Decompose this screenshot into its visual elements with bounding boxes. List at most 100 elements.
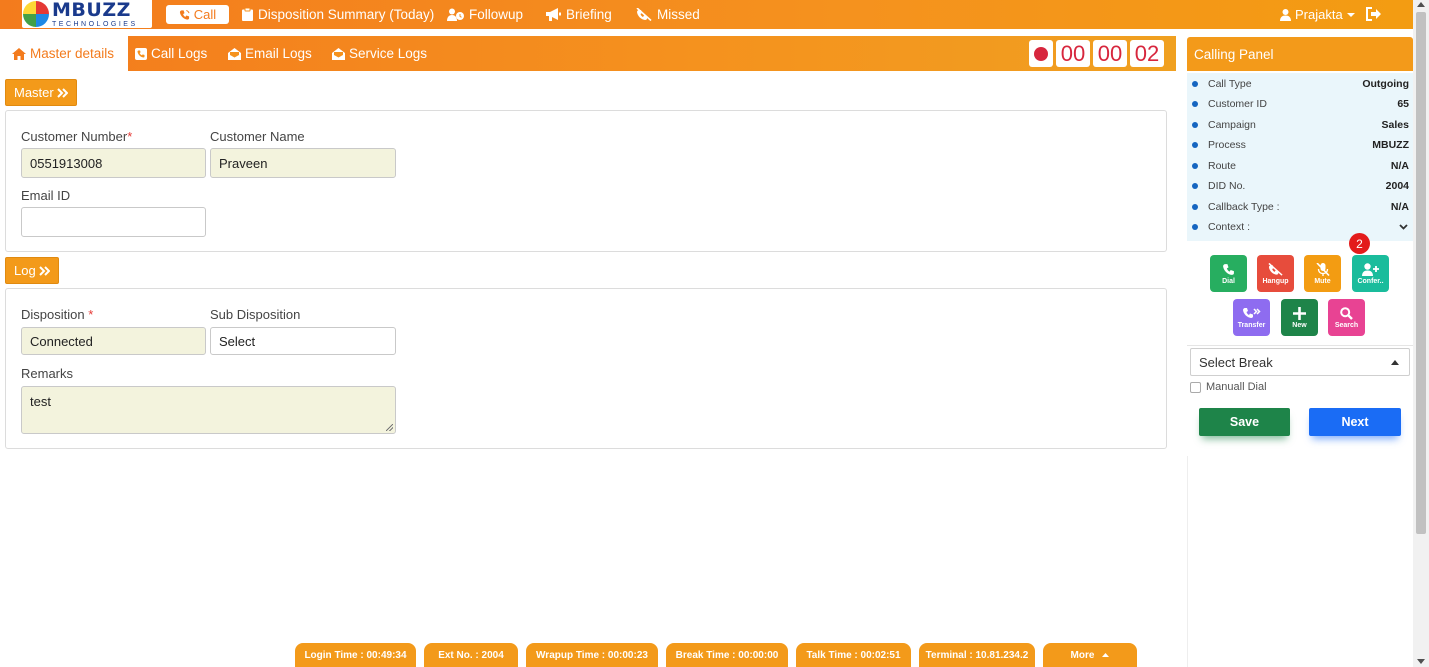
resize-grip-icon[interactable] xyxy=(386,424,393,431)
timer-hours: 00 xyxy=(1056,40,1090,67)
more-button[interactable]: More xyxy=(1043,643,1137,667)
logo-globe-icon xyxy=(23,1,49,27)
caret-up-icon xyxy=(1391,360,1399,365)
nav-briefing[interactable]: Briefing xyxy=(546,0,612,29)
manual-dial-option[interactable]: Manuall Dial xyxy=(1190,381,1267,393)
bullet-icon xyxy=(1192,183,1198,189)
tab-call-logs[interactable]: Call Logs xyxy=(135,36,207,71)
nav-followup[interactable]: Followup xyxy=(447,0,523,29)
logout-button[interactable] xyxy=(1366,7,1381,26)
bullhorn-icon xyxy=(546,8,561,21)
sub-disposition-select[interactable]: Select xyxy=(210,327,396,355)
scrollbar-thumb[interactable] xyxy=(1416,12,1426,534)
context-row[interactable]: Context : xyxy=(1187,217,1413,237)
nav-disposition-summary-label: Disposition Summary (Today) xyxy=(258,7,435,22)
master-section-button[interactable]: Master xyxy=(5,79,77,106)
log-section-button[interactable]: Log xyxy=(5,257,59,284)
page-scrollbar[interactable] xyxy=(1413,0,1429,667)
mute-button[interactable]: Mute xyxy=(1304,255,1341,292)
tab-master-details-label: Master details xyxy=(30,46,115,61)
wrapup-time-pill: Wrapup Time : 00:00:23 xyxy=(526,643,658,667)
tab-call-logs-label: Call Logs xyxy=(151,46,208,61)
remarks-textarea[interactable]: test xyxy=(21,386,396,434)
recording-dot-icon xyxy=(1029,40,1053,67)
nav-missed[interactable]: Missed xyxy=(636,0,700,29)
call-actions: Dial Hangup Mute Confer.. Transfer New S… xyxy=(1187,241,1413,346)
remarks-text: test xyxy=(30,394,51,409)
transfer-button[interactable]: Transfer xyxy=(1233,299,1270,336)
call-label: Call xyxy=(193,7,217,22)
microphone-slash-icon xyxy=(1315,262,1330,276)
bullet-icon xyxy=(1192,142,1198,148)
terminal-pill: Terminal : 10.81.234.2 xyxy=(919,643,1035,667)
dial-button[interactable]: Dial xyxy=(1210,255,1247,292)
bullet-icon xyxy=(1192,81,1198,87)
bullet-icon xyxy=(1192,224,1198,230)
bullet-icon xyxy=(1192,122,1198,128)
search-button[interactable]: Search xyxy=(1328,299,1365,336)
conference-button[interactable]: Confer.. xyxy=(1352,255,1389,292)
remarks-label: Remarks xyxy=(21,366,74,381)
tab-master-details[interactable]: Master details xyxy=(0,36,129,71)
calling-panel-title: Calling Panel xyxy=(1187,37,1413,71)
email-id-field[interactable] xyxy=(21,207,206,237)
scroll-down-arrow-icon[interactable] xyxy=(1417,659,1425,664)
calling-panel-footer-space xyxy=(1187,456,1413,667)
call-info-row: Callback Type : N/A xyxy=(1187,197,1413,217)
search-icon xyxy=(1340,306,1353,320)
phone-forward-icon xyxy=(1243,307,1261,318)
nav-disposition-summary[interactable]: Disposition Summary (Today) xyxy=(242,0,434,29)
mbuzz-logo: MBUZZ TECHNOLOGIES xyxy=(22,0,152,28)
logo-name: MBUZZ xyxy=(52,0,131,21)
master-panel: Customer Number* 0551913008 Customer Nam… xyxy=(5,110,1167,252)
sign-out-icon xyxy=(1366,7,1381,21)
disposition-select[interactable]: Connected xyxy=(21,327,206,355)
user-icon xyxy=(1280,8,1291,21)
timer-minutes: 00 xyxy=(1093,40,1127,67)
manual-dial-checkbox[interactable] xyxy=(1190,381,1201,393)
phone-square-icon xyxy=(135,47,147,60)
call-info-row: Customer ID 65 xyxy=(1187,94,1413,114)
tab-service-logs-label: Service Logs xyxy=(349,46,428,61)
nav-followup-label: Followup xyxy=(469,7,524,22)
call-info-row: Process MBUZZ xyxy=(1187,135,1413,155)
next-button[interactable]: Next xyxy=(1309,408,1401,436)
logo-subtitle: TECHNOLOGIES xyxy=(52,20,138,28)
new-button[interactable]: New xyxy=(1281,299,1318,336)
bullet-icon xyxy=(1192,101,1198,107)
double-chevron-right-icon xyxy=(38,265,50,276)
call-info-row: Campaign Sales xyxy=(1187,115,1413,135)
call-button[interactable]: Call xyxy=(166,5,229,24)
nav-briefing-label: Briefing xyxy=(566,7,612,22)
sub-disposition-label: Sub Disposition xyxy=(210,307,301,322)
break-select[interactable]: Select Break xyxy=(1190,348,1410,376)
envelope-open-icon xyxy=(228,47,241,60)
double-chevron-right-icon xyxy=(57,87,68,98)
caret-down-icon xyxy=(1346,12,1355,17)
customer-number-field[interactable]: 0551913008 xyxy=(21,148,206,178)
save-button[interactable]: Save xyxy=(1199,408,1290,436)
break-select-value: Select Break xyxy=(1199,354,1273,370)
nav-missed-label: Missed xyxy=(657,7,700,22)
details-tabbar: Master details Call Logs Email Logs Serv… xyxy=(0,36,1176,71)
log-panel: Disposition * Connected Sub Disposition … xyxy=(5,288,1167,449)
caret-up-icon xyxy=(1102,652,1110,657)
break-time-pill: Break Time : 00:00:00 xyxy=(666,643,788,667)
user-name: Prajakta xyxy=(1295,7,1343,22)
ext-no-pill: Ext No. : 2004 xyxy=(424,643,518,667)
tab-service-logs[interactable]: Service Logs xyxy=(332,36,427,71)
bullet-icon xyxy=(1192,204,1198,210)
bullet-icon xyxy=(1192,163,1198,169)
email-id-label: Email ID xyxy=(21,188,71,203)
user-menu[interactable]: Prajakta xyxy=(1280,0,1355,29)
user-plus-icon xyxy=(1362,262,1379,276)
master-section-label: Master xyxy=(14,85,54,100)
clipboard-icon xyxy=(242,8,253,21)
scroll-up-arrow-icon[interactable] xyxy=(1417,2,1425,7)
chevron-down-icon[interactable] xyxy=(1399,224,1408,230)
tab-email-logs-label: Email Logs xyxy=(245,46,312,61)
customer-name-field[interactable]: Praveen xyxy=(210,148,396,178)
hangup-button[interactable]: Hangup xyxy=(1257,255,1294,292)
tab-email-logs[interactable]: Email Logs xyxy=(228,36,312,71)
more-label: More xyxy=(1070,649,1095,661)
